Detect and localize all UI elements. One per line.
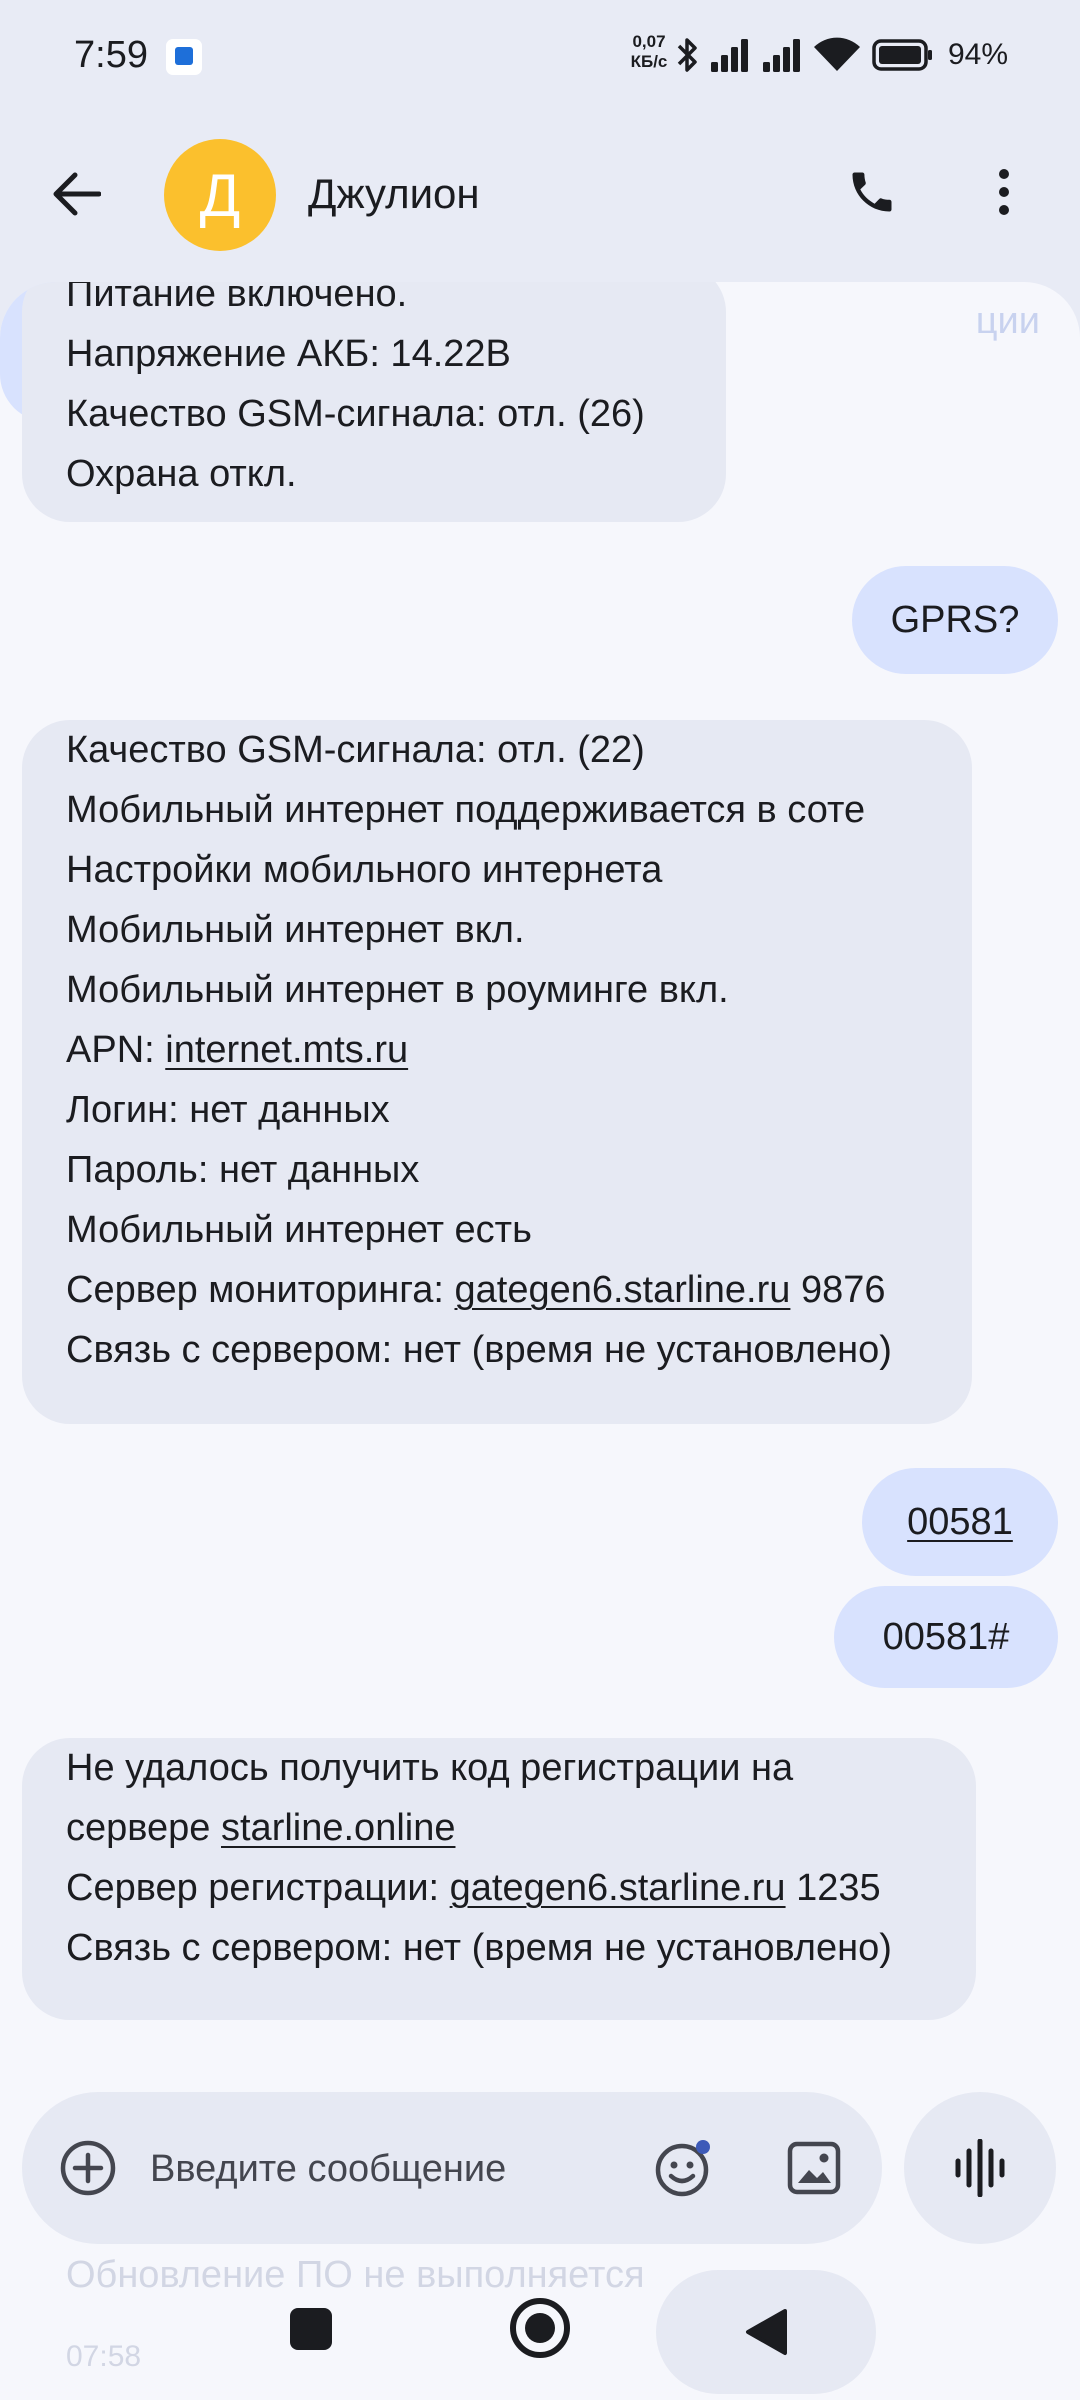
message-incoming[interactable]: Качество GSM-сигнала: отл. (22) Мобильны… bbox=[22, 720, 972, 1424]
status-time: 7:59 bbox=[74, 34, 148, 76]
message-line: Качество GSM-сигнала: отл. (26) bbox=[66, 393, 645, 435]
notification-icon bbox=[166, 39, 202, 75]
message-incoming[interactable]: Питание включено. Напряжение АКБ: 14.22В… bbox=[22, 282, 726, 522]
battery-icon bbox=[872, 39, 932, 71]
gallery-button[interactable] bbox=[778, 2132, 850, 2204]
signal-icon-2 bbox=[763, 39, 800, 72]
apn-label: APN: bbox=[66, 1029, 166, 1071]
message-line: Питание включено. bbox=[66, 282, 408, 315]
conversation-header: Д Джулион bbox=[0, 120, 1080, 270]
message-line: Мобильный интернет в роуминге вкл. bbox=[66, 969, 729, 1011]
message-line: Логин: нет данных bbox=[66, 1089, 390, 1131]
back-triangle-icon bbox=[746, 2309, 787, 2355]
contact-name[interactable]: Джулион bbox=[308, 170, 480, 218]
message-line: Мобильный интернет поддерживается в соте bbox=[66, 789, 866, 831]
network-speed-unit: КБ/с bbox=[630, 52, 668, 71]
message-line: Пароль: нет данных bbox=[66, 1149, 420, 1191]
server-prefix: сервере bbox=[66, 1807, 221, 1849]
add-circle-icon bbox=[60, 2140, 116, 2196]
message-line: Качество GSM-сигнала: отл. (22) bbox=[66, 729, 645, 771]
contact-avatar[interactable]: Д bbox=[164, 139, 276, 251]
message-line: сервере starline.online bbox=[66, 1798, 932, 1858]
message-outgoing[interactable]: 00581# bbox=[834, 1586, 1058, 1688]
compose-bar bbox=[22, 2092, 882, 2244]
message-line: Связь с сервером: нет (время не установл… bbox=[66, 1927, 892, 1969]
message-line: APN: internet.mts.ru bbox=[66, 1020, 928, 1080]
bluetooth-icon bbox=[677, 38, 697, 72]
monitoring-server-link[interactable]: gategen6.starline.ru bbox=[455, 1269, 791, 1311]
registration-server-link[interactable]: gategen6.starline.ru bbox=[450, 1867, 786, 1909]
microphone-waveform-icon bbox=[955, 2139, 1005, 2197]
image-icon bbox=[787, 2141, 841, 2195]
message-outgoing[interactable]: GPRS? bbox=[852, 566, 1058, 674]
network-speed-value: 0,07 bbox=[632, 32, 666, 51]
arrow-back-icon bbox=[53, 172, 101, 216]
message-line: Мобильный интернет вкл. bbox=[66, 909, 525, 951]
message-incoming[interactable]: Не удалось получить код регистрации на с… bbox=[22, 1738, 976, 2020]
emoji-icon bbox=[655, 2140, 710, 2197]
emoji-button[interactable] bbox=[648, 2132, 720, 2204]
more-vert-icon bbox=[999, 169, 1009, 215]
message-line: Сервер регистрации: gategen6.starline.ru… bbox=[66, 1858, 932, 1918]
back-button[interactable] bbox=[40, 158, 112, 230]
network-speed: 0,07 КБ/с bbox=[627, 32, 671, 72]
system-navigation-bar bbox=[0, 2262, 1080, 2400]
call-button[interactable] bbox=[836, 156, 908, 228]
message-input[interactable] bbox=[150, 2142, 530, 2196]
status-icons: 94% bbox=[676, 34, 1008, 76]
starline-online-link[interactable]: starline.online bbox=[221, 1807, 455, 1849]
apn-link[interactable]: internet.mts.ru bbox=[165, 1029, 408, 1071]
message-line: Мобильный интернет есть bbox=[66, 1209, 532, 1251]
message-line: Не удалось получить код регистрации на bbox=[66, 1747, 794, 1789]
registration-server-port: 1235 bbox=[785, 1867, 881, 1909]
message-line: Настройки мобильного интернета bbox=[66, 849, 663, 891]
message-line: Охрана откл. bbox=[66, 453, 297, 495]
attach-button[interactable] bbox=[52, 2132, 124, 2204]
monitoring-server-label: Сервер мониторинга: bbox=[66, 1269, 455, 1311]
system-back-button[interactable] bbox=[656, 2270, 876, 2394]
message-line: Связь с сервером: нет (время не установл… bbox=[66, 1329, 892, 1371]
phone-icon bbox=[852, 172, 892, 212]
message-text: 00581# bbox=[882, 1616, 1010, 1658]
recents-button[interactable] bbox=[290, 2308, 332, 2350]
message-text-partial: ции bbox=[975, 300, 1040, 342]
monitoring-server-port: 9876 bbox=[790, 1269, 886, 1311]
battery-percentage: 94% bbox=[948, 38, 1009, 71]
home-button[interactable] bbox=[510, 2298, 570, 2358]
message-line: Сервер мониторинга: gategen6.starline.ru… bbox=[66, 1260, 928, 1320]
message-list[interactable]: Питание включено. Напряжение АКБ: 14.22В… bbox=[0, 282, 1080, 2400]
message-outgoing[interactable]: 00581 bbox=[862, 1468, 1058, 1576]
registration-server-label: Сервер регистрации: bbox=[66, 1867, 450, 1909]
voice-record-button[interactable] bbox=[904, 2092, 1056, 2244]
signal-icon-1 bbox=[711, 39, 748, 72]
message-text-link[interactable]: 00581 bbox=[907, 1492, 1013, 1552]
message-text: GPRS? bbox=[890, 599, 1020, 641]
message-line: Напряжение АКБ: 14.22В bbox=[66, 333, 511, 375]
wifi-icon bbox=[814, 37, 860, 71]
more-options-button[interactable] bbox=[968, 156, 1040, 228]
status-bar: 7:59 0,07 КБ/с 94% bbox=[0, 0, 1080, 115]
